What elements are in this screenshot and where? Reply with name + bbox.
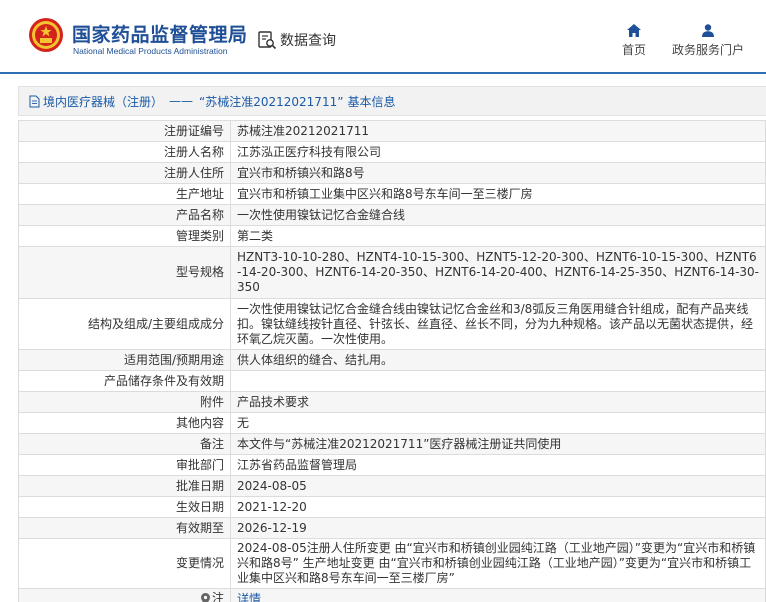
field-value: 苏械注准20212021711 [230,120,766,142]
field-label: 注册人名称 [18,141,231,163]
home-icon [627,24,641,37]
org-name-cn: 国家药品监督管理局 [72,24,248,46]
table-row: 型号规格 HZNT3-10-10-280、HZNT4-10-15-300、HZN… [18,246,766,299]
field-label: 备注 [18,433,231,455]
table-row: 产品储存条件及有效期 [18,370,766,392]
breadcrumb-suffix: 基本信息 [347,94,396,109]
note-label-cell: 注 [18,588,231,602]
search-document-icon [258,31,277,50]
table-row: 产品名称 一次性使用镍钛记忆合金缝合线 [18,204,766,226]
field-value: 第二类 [230,225,766,247]
table-row: 附件 产品技术要求 [18,391,766,413]
site-header: 国家药品监督管理局 National Medical Products Admi… [0,0,766,74]
field-value: 2024-08-05注册人住所变更 由“宜兴市和桥镇创业园纯江路（工业地产园）”… [230,538,766,589]
field-label: 审批部门 [18,454,231,476]
data-query-label: 数据查询 [280,33,336,49]
table-row: 备注 本文件与“苏械注准20212021711”医疗器械注册证共同使用 [18,433,766,455]
field-label: 变更情况 [18,538,231,589]
table-row: 变更情况 2024-08-05注册人住所变更 由“宜兴市和桥镇创业园纯江路（工业… [18,538,766,589]
field-label: 有效期至 [18,517,231,539]
breadcrumb-separator: —— [169,94,194,108]
breadcrumb-category-link[interactable]: 境内医疗器械（注册） [43,93,163,110]
field-label: 注册证编号 [18,120,231,142]
field-value: HZNT3-10-10-280、HZNT4-10-15-300、HZNT5-12… [230,246,766,299]
table-row: 适用范围/预期用途 供人体组织的缝合、结扎用。 [18,349,766,371]
table-row: 生效日期 2021-12-20 [18,496,766,518]
field-value: 江苏泓正医疗科技有限公司 [230,141,766,163]
field-label: 管理类别 [18,225,231,247]
note-label: 注 [211,591,224,602]
field-value: 一次性使用镍钛记忆合金缝合线由镍钛记忆合金丝和3/8弧反三角医用缝合针组成，配有… [230,298,766,350]
detail-table: 注册证编号 苏械注准20212021711 注册人名称 江苏泓正医疗科技有限公司… [18,120,766,602]
table-row: 有效期至 2026-12-19 [18,517,766,539]
field-label: 型号规格 [18,246,231,299]
document-icon [29,95,40,107]
breadcrumb-record-title: “苏械注准20212021711” [199,94,344,109]
field-label: 附件 [18,391,231,413]
field-value: 供人体组织的缝合、结扎用。 [230,349,766,371]
field-label: 适用范围/预期用途 [18,349,231,371]
table-row: 管理类别 第二类 [18,225,766,247]
field-label: 产品储存条件及有效期 [18,370,231,392]
field-label: 产品名称 [18,204,231,226]
field-value: 2026-12-19 [230,517,766,539]
field-value: 产品技术要求 [230,391,766,413]
nav-home[interactable]: 首页 [618,24,650,58]
field-value: 2024-08-05 [230,475,766,497]
table-row: 批准日期 2024-08-05 [18,475,766,497]
field-value: 宜兴市和桥镇兴和路8号 [230,162,766,184]
national-emblem-icon [29,18,63,52]
table-row: 注册人名称 江苏泓正医疗科技有限公司 [18,141,766,163]
breadcrumb: 境内医疗器械（注册） —— “苏械注准20212021711” 基本信息 [18,86,766,116]
field-label: 结构及组成/主要组成成分 [18,298,231,350]
field-label: 其他内容 [18,412,231,434]
note-value: 详情 [230,588,766,602]
field-label: 生效日期 [18,496,231,518]
table-row: 生产地址 宜兴市和桥镇工业集中区兴和路8号东车间一至三楼厂房 [18,183,766,205]
field-value: 宜兴市和桥镇工业集中区兴和路8号东车间一至三楼厂房 [230,183,766,205]
data-query-link[interactable]: 数据查询 [257,30,336,50]
table-row: 注 详情 [18,588,766,602]
field-value: 江苏省药品监督管理局 [230,454,766,476]
org-name-en: National Medical Products Administration [73,46,228,56]
table-row: 其他内容 无 [18,412,766,434]
nav-service-portal[interactable]: 政务服务门户 [668,24,748,58]
location-pin-icon [200,592,210,602]
field-label: 批准日期 [18,475,231,497]
field-value: 本文件与“苏械注准20212021711”医疗器械注册证共同使用 [230,433,766,455]
field-value: 无 [230,412,766,434]
details-link[interactable]: 详情 [237,592,261,602]
table-row: 结构及组成/主要组成成分 一次性使用镍钛记忆合金缝合线由镍钛记忆合金丝和3/8弧… [18,298,766,350]
field-value: 2021-12-20 [230,496,766,518]
nav-home-label: 首页 [621,43,646,57]
nav-service-portal-label: 政务服务门户 [671,43,744,57]
field-label: 注册人住所 [18,162,231,184]
user-icon [702,24,714,37]
table-row: 注册人住所 宜兴市和桥镇兴和路8号 [18,162,766,184]
table-row: 审批部门 江苏省药品监督管理局 [18,454,766,476]
field-label: 生产地址 [18,183,231,205]
field-value: 一次性使用镍钛记忆合金缝合线 [230,204,766,226]
field-value [230,370,766,392]
table-row: 注册证编号 苏械注准20212021711 [18,120,766,142]
